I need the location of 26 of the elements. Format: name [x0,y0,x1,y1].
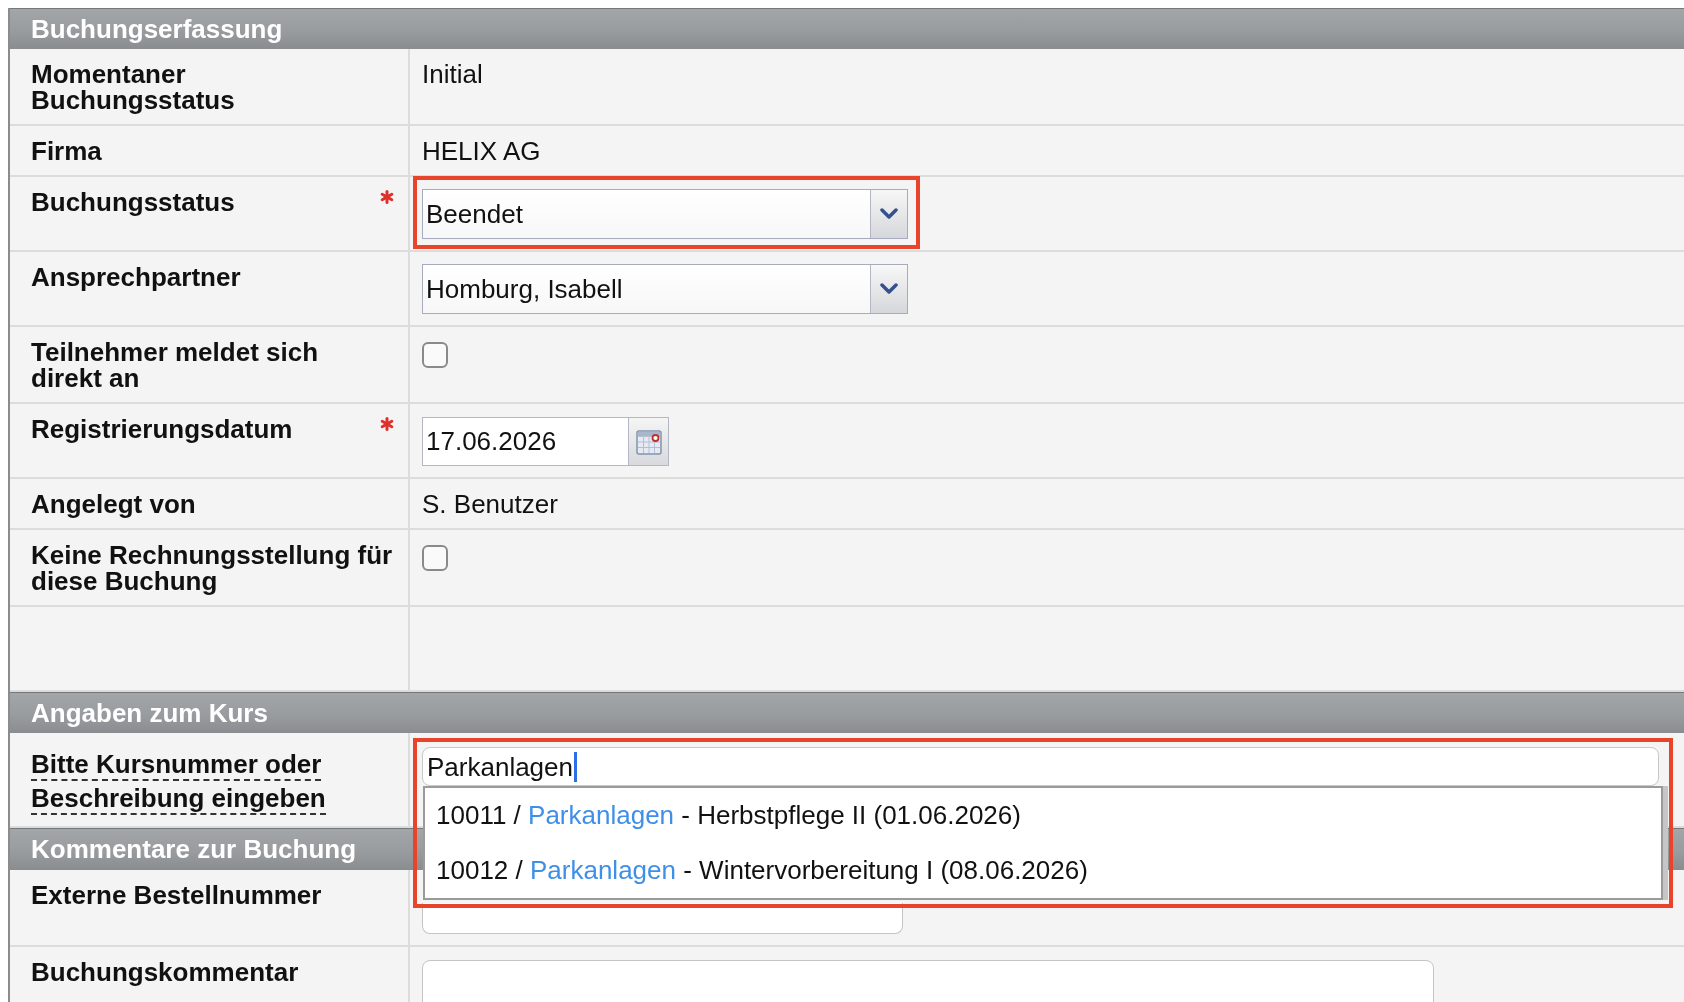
field-label: Angelegt von [31,491,196,517]
calendar-icon [635,428,662,455]
search-field[interactable]: Parkanlagen [422,747,1659,786]
field-value: Initial [422,59,483,89]
field-label: Keine Rechnungsstellung für diese Buchung [31,542,394,594]
field-value: HELIX AG [422,136,541,166]
field-label: Momentaner Buchungsstatus [31,61,236,113]
field-label: Firma [31,138,102,164]
field-label: Bitte Kursnummer oder Beschreibung eingeben [31,748,327,815]
field-label: Registrierungsdatum [31,416,293,442]
field-value: S. Benutzer [422,489,558,519]
field-label: Buchungsstatus [31,189,235,215]
field-label: Ansprechpartner [31,264,241,290]
chevron-down-icon[interactable] [870,265,907,313]
date-field[interactable]: 17.06.2026 [422,417,629,466]
field-label: Buchungskommentar [31,959,299,985]
checkbox[interactable] [422,545,448,571]
section-header: Angaben zum Kurs [10,692,1684,733]
select-field[interactable]: Homburg, Isabell [422,264,908,314]
select-field[interactable]: Beendet [422,189,908,239]
section-header: Buchungserfassung [10,8,1684,49]
checkbox[interactable] [422,342,448,368]
calendar-button[interactable] [629,417,669,466]
chevron-down-icon[interactable] [870,190,907,238]
field-label: Teilnehmer meldet sich direkt an [31,339,320,391]
field-label: Externe Bestellnummer [31,882,322,908]
